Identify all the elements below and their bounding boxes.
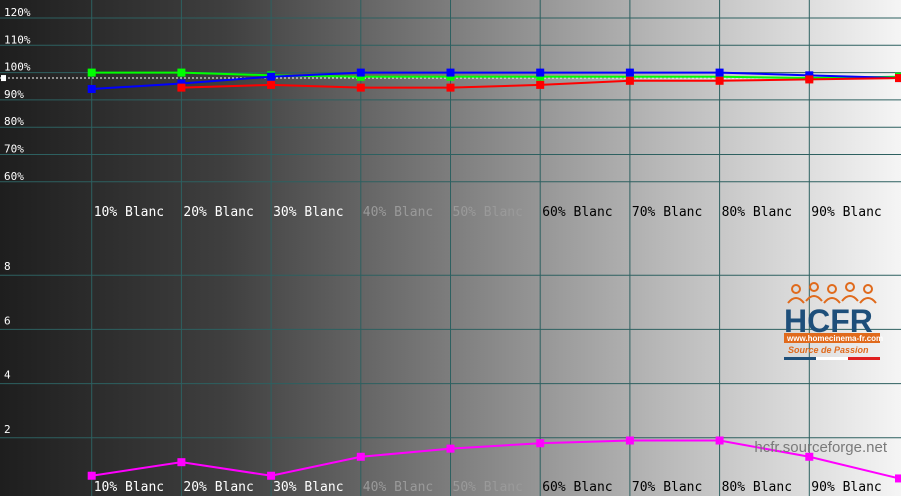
- data-point: [895, 474, 901, 483]
- data-point: [536, 80, 545, 89]
- data-point: [267, 471, 276, 480]
- logo-tagline: Source de Passion: [788, 345, 869, 355]
- x-category-label: 10% Blanc: [94, 205, 164, 220]
- data-point: [625, 436, 634, 445]
- y-tick-label: 4: [4, 369, 11, 382]
- x-category-label: 90% Blanc: [811, 480, 881, 495]
- x-category-label: 30% Blanc: [273, 480, 343, 495]
- data-point: [177, 68, 186, 77]
- x-category-label: 80% Blanc: [722, 205, 792, 220]
- x-category-label: 60% Blanc: [542, 205, 612, 220]
- data-point: [715, 436, 724, 445]
- y-tick-label: 120%: [4, 6, 31, 19]
- chart-svg: 120% 110% 100% 90% 80% 70% 60% 8 6 4 2 10% Blanc 20…: [0, 0, 901, 496]
- data-point: [715, 76, 724, 85]
- data-point: [87, 68, 96, 77]
- logo-flag-blue: [784, 357, 816, 360]
- y-tick-label: 110%: [4, 33, 31, 46]
- x-category-label: 60% Blanc: [542, 480, 612, 495]
- logo-flag-red: [848, 357, 880, 360]
- y-tick-label: 6: [4, 314, 11, 327]
- data-point: [87, 471, 96, 480]
- x-category-label: 20% Blanc: [183, 480, 253, 495]
- data-point: [177, 458, 186, 467]
- credit-text: hcfr.sourceforge.net: [754, 439, 887, 456]
- x-category-label: 80% Blanc: [722, 480, 792, 495]
- chart-figure: 120% 110% 100% 90% 80% 70% 60% 8 6 4 2 10% Blanc 20…: [0, 0, 901, 496]
- data-point: [536, 439, 545, 448]
- x-category-label: 90% Blanc: [811, 205, 881, 220]
- data-point: [356, 68, 365, 77]
- y-tick-label: 2: [4, 423, 11, 436]
- x-category-label: 50% Blanc: [453, 480, 523, 495]
- x-category-label: 70% Blanc: [632, 480, 702, 495]
- data-point: [715, 68, 724, 77]
- data-point: [446, 68, 455, 77]
- y-tick-label: 90%: [4, 88, 24, 101]
- logo-url: www.homecinema-fr.com: [786, 334, 883, 343]
- data-point: [446, 83, 455, 92]
- x-category-label: 40% Blanc: [363, 205, 433, 220]
- data-point: [87, 84, 96, 93]
- x-category-label: 30% Blanc: [273, 205, 343, 220]
- data-point: [356, 83, 365, 92]
- y-tick-label: 8: [4, 260, 11, 273]
- x-category-label: 10% Blanc: [94, 480, 164, 495]
- data-point: [267, 80, 276, 89]
- x-category-label: 40% Blanc: [363, 480, 433, 495]
- y-tick-label: 70%: [4, 143, 24, 156]
- y-tick-label: 100%: [4, 61, 31, 74]
- data-point: [177, 83, 186, 92]
- data-point: [805, 75, 814, 84]
- y-tick-label: 60%: [4, 170, 24, 183]
- data-point: [625, 68, 634, 77]
- data-point: [536, 68, 545, 77]
- y-tick-label: 80%: [4, 115, 24, 128]
- x-category-label: 50% Blanc: [453, 205, 523, 220]
- x-category-label: 20% Blanc: [183, 205, 253, 220]
- data-point: [625, 76, 634, 85]
- data-point: [446, 444, 455, 453]
- data-point: [267, 72, 276, 81]
- data-point: [895, 74, 901, 83]
- data-point: [356, 452, 365, 461]
- x-category-label: 70% Blanc: [632, 205, 702, 220]
- logo-flag-white: [816, 357, 848, 360]
- reference-marker: [1, 75, 6, 82]
